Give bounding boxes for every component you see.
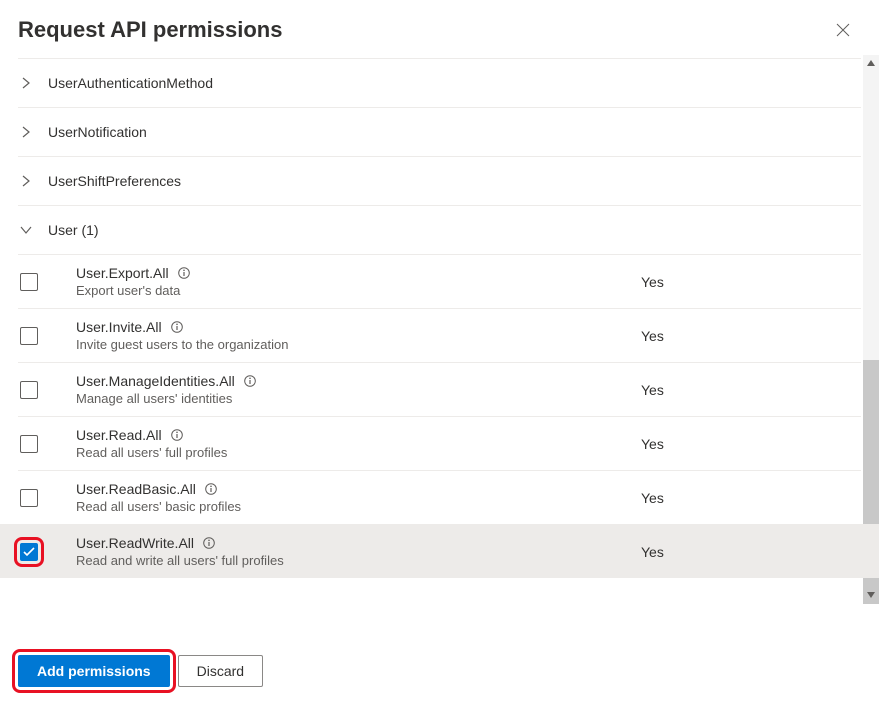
admin-consent-value: Yes — [641, 436, 861, 452]
permission-row-selected[interactable]: User.ReadWrite.All Read and write all us… — [0, 524, 879, 578]
info-icon[interactable] — [204, 482, 218, 496]
permission-checkbox[interactable] — [20, 381, 38, 399]
permission-checkbox[interactable] — [20, 273, 38, 291]
permission-description: Read all users' full profiles — [76, 445, 641, 460]
category-user[interactable]: User (1) — [18, 205, 861, 254]
info-icon[interactable] — [243, 374, 257, 388]
permission-name: User.ReadBasic.All — [76, 481, 196, 497]
permission-name: User.ManageIdentities.All — [76, 373, 235, 389]
permission-description: Export user's data — [76, 283, 641, 298]
chevron-right-icon — [18, 75, 34, 91]
permission-checkbox[interactable] — [20, 435, 38, 453]
admin-consent-value: Yes — [641, 382, 861, 398]
add-permissions-button[interactable]: Add permissions — [18, 655, 170, 687]
permission-name: User.Invite.All — [76, 319, 162, 335]
category-label: UserNotification — [48, 124, 147, 140]
permission-name: User.ReadWrite.All — [76, 535, 194, 551]
permission-description: Invite guest users to the organization — [76, 337, 641, 352]
permission-row[interactable]: User.ManageIdentities.All Manage all use… — [18, 362, 861, 416]
permission-checkbox[interactable] — [20, 543, 38, 561]
permission-description: Read all users' basic profiles — [76, 499, 641, 514]
permission-row[interactable]: User.Invite.All Invite guest users to th… — [18, 308, 861, 362]
chevron-right-icon — [18, 124, 34, 140]
permission-text: User.Invite.All Invite guest users to th… — [76, 319, 641, 352]
footer: Add permissions Discard — [0, 641, 879, 701]
permission-text: User.Export.All Export user's data — [76, 265, 641, 298]
category-label: UserAuthenticationMethod — [48, 75, 213, 91]
info-icon[interactable] — [170, 320, 184, 334]
category-usershiftpreferences[interactable]: UserShiftPreferences — [18, 156, 861, 205]
admin-consent-value: Yes — [641, 544, 861, 560]
permission-name: User.Read.All — [76, 427, 162, 443]
admin-consent-value: Yes — [641, 490, 861, 506]
category-label: UserShiftPreferences — [48, 173, 181, 189]
category-label: User (1) — [48, 222, 99, 238]
info-icon[interactable] — [202, 536, 216, 550]
permission-text: User.ReadWrite.All Read and write all us… — [76, 535, 641, 568]
close-button[interactable] — [827, 14, 859, 46]
permission-name: User.Export.All — [76, 265, 169, 281]
permission-row[interactable]: User.Export.All Export user's data Yes — [18, 254, 861, 308]
chevron-down-icon — [18, 222, 34, 238]
permission-description: Manage all users' identities — [76, 391, 641, 406]
permission-text: User.ManageIdentities.All Manage all use… — [76, 373, 641, 406]
permission-row[interactable]: User.ReadBasic.All Read all users' basic… — [18, 470, 861, 524]
permission-row[interactable]: User.Read.All Read all users' full profi… — [18, 416, 861, 470]
permission-checkbox[interactable] — [20, 489, 38, 507]
category-userauthenticationmethod[interactable]: UserAuthenticationMethod — [18, 58, 861, 107]
page-title: Request API permissions — [18, 17, 282, 43]
permission-description: Read and write all users' full profiles — [76, 553, 641, 568]
close-icon — [836, 23, 850, 37]
permissions-panel: UserAuthenticationMethod UserNotificatio… — [0, 58, 879, 618]
category-usernotification[interactable]: UserNotification — [18, 107, 861, 156]
permission-checkbox[interactable] — [20, 327, 38, 345]
admin-consent-value: Yes — [641, 274, 861, 290]
info-icon[interactable] — [177, 266, 191, 280]
discard-button[interactable]: Discard — [178, 655, 263, 687]
info-icon[interactable] — [170, 428, 184, 442]
chevron-right-icon — [18, 173, 34, 189]
permission-text: User.Read.All Read all users' full profi… — [76, 427, 641, 460]
check-icon — [23, 547, 35, 557]
admin-consent-value: Yes — [641, 328, 861, 344]
permission-text: User.ReadBasic.All Read all users' basic… — [76, 481, 641, 514]
